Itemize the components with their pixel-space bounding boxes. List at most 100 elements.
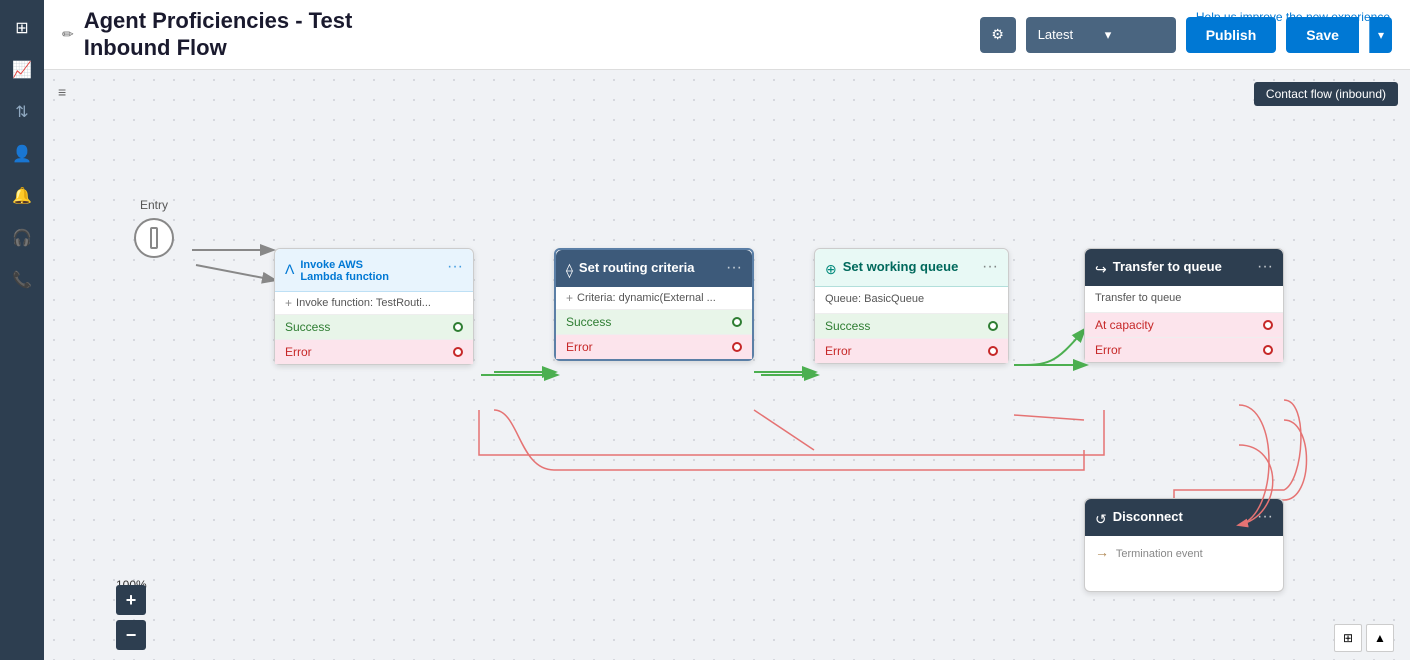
invoke-lambda-title: Invoke AWS Lambda function	[300, 259, 447, 283]
set-routing-title: Set routing criteria	[579, 260, 726, 275]
page-title: Agent Proficiencies - Test Inbound Flow	[84, 8, 353, 61]
error-route-svg	[474, 405, 1114, 485]
routing-criteria-text: Criteria: dynamic(External ...	[577, 292, 716, 304]
invoke-lambda-card[interactable]: Λ Invoke AWS Lambda function ··· + Invok…	[274, 248, 474, 365]
invoke-function-text: Invoke function: TestRouti...	[296, 297, 431, 309]
queue-success-row[interactable]: Success	[815, 313, 1008, 338]
transfer-at-capacity-row[interactable]: At capacity	[1085, 312, 1283, 337]
set-working-queue-card[interactable]: ⊕ Set working queue ··· Queue: BasicQueu…	[814, 248, 1009, 364]
queue-error-port[interactable]	[988, 346, 998, 356]
disconnect-body: → Termination event	[1085, 536, 1283, 591]
invoke-error-label: Error	[285, 345, 312, 359]
canvas-controls: ⊞ ▲	[1334, 624, 1394, 652]
transfer-body-text: Transfer to queue	[1085, 286, 1283, 312]
chevron-down-icon-save: ▾	[1378, 28, 1384, 42]
gear-icon: ⚙	[991, 26, 1004, 43]
sidebar-icon-users[interactable]: 👤	[4, 136, 40, 172]
entry-circle	[134, 218, 174, 258]
sidebar: ⊞ 📈 ⇅ 👤 🔔 🎧 📞	[0, 0, 44, 660]
routing-error-label: Error	[566, 340, 593, 354]
topbar: ✏ Agent Proficiencies - Test Inbound Flo…	[44, 0, 1410, 70]
expand-icon: ▲	[1374, 631, 1386, 645]
transfer-to-queue-menu[interactable]: ···	[1257, 259, 1273, 275]
routing-add-row: + Criteria: dynamic(External ...	[556, 287, 752, 309]
routing-success-port[interactable]	[732, 317, 742, 327]
title-line1: Agent Proficiencies - Test	[84, 8, 353, 33]
entry-label: Entry	[134, 198, 174, 212]
fit-icon: ⊞	[1343, 631, 1353, 645]
contact-flow-badge: Contact flow (inbound)	[1254, 82, 1398, 106]
routing-success-label: Success	[566, 315, 611, 329]
add-icon-lambda: +	[285, 296, 292, 310]
set-routing-card[interactable]: ⟠ Set routing criteria ··· + Criteria: d…	[554, 248, 754, 361]
version-label: Latest	[1038, 27, 1097, 42]
queue-to-transfer-arrow	[1010, 355, 1090, 375]
routing-to-queue-arrow	[756, 365, 821, 385]
routing-icon: ⟠	[566, 262, 573, 279]
app-container: ⊞ 📈 ⇅ 👤 🔔 🎧 📞 ✏ Agent Proficiencies - Te…	[0, 0, 1410, 660]
settings-button[interactable]: ⚙	[980, 17, 1016, 53]
zoom-out-button[interactable]: −	[116, 620, 146, 650]
invoke-title-line1: Invoke AWS	[300, 259, 447, 271]
disconnect-icon: ↺	[1095, 511, 1107, 528]
transfer-error-row[interactable]: Error	[1085, 337, 1283, 362]
disconnect-body-text: Termination event	[1116, 548, 1203, 560]
queue-error-row[interactable]: Error	[815, 338, 1008, 363]
invoke-error-row[interactable]: Error	[275, 339, 473, 364]
transfer-at-capacity-port[interactable]	[1263, 320, 1273, 330]
chevron-down-icon: ▾	[1105, 27, 1164, 43]
set-routing-menu[interactable]: ···	[726, 260, 742, 276]
topbar-left: ✏ Agent Proficiencies - Test Inbound Flo…	[62, 8, 352, 61]
entry-arrow-svg	[182, 235, 282, 265]
set-routing-header: ⟠ Set routing criteria ···	[556, 250, 752, 287]
invoke-success-label: Success	[285, 320, 330, 334]
entry-node: Entry	[134, 198, 174, 258]
routing-error-port[interactable]	[732, 342, 742, 352]
expand-button[interactable]: ▲	[1366, 624, 1394, 652]
invoke-lambda-header: Λ Invoke AWS Lambda function ···	[275, 249, 473, 292]
routing-success-row[interactable]: Success	[556, 309, 752, 334]
queue-icon: ⊕	[825, 261, 837, 278]
sidebar-icon-phone[interactable]: 📞	[4, 262, 40, 298]
fit-to-screen-button[interactable]: ⊞	[1334, 624, 1362, 652]
transfer-to-queue-header: ↪ Transfer to queue ···	[1085, 249, 1283, 286]
edit-icon[interactable]: ✏	[62, 26, 74, 43]
invoke-title-line2: Lambda function	[300, 271, 447, 283]
lambda-to-routing-arrow	[476, 365, 561, 385]
sidebar-icon-flow[interactable]: ⇅	[4, 94, 40, 130]
transfer-error-port[interactable]	[1263, 345, 1273, 355]
lambda-icon: Λ	[285, 261, 294, 277]
help-link[interactable]: Help us improve the new experience	[1196, 10, 1390, 24]
sidebar-icon-grid[interactable]: ⊞	[4, 10, 40, 46]
routing-error-row[interactable]: Error	[556, 334, 752, 359]
set-working-queue-title: Set working queue	[843, 259, 982, 274]
invoke-lambda-menu[interactable]: ···	[447, 259, 463, 275]
transfer-to-queue-card[interactable]: ↪ Transfer to queue ··· Transfer to queu…	[1084, 248, 1284, 363]
invoke-success-port[interactable]	[453, 322, 463, 332]
queue-success-label: Success	[825, 319, 870, 333]
invoke-success-row[interactable]: Success	[275, 314, 473, 339]
transfer-error-label: Error	[1095, 343, 1122, 357]
set-working-queue-header: ⊕ Set working queue ···	[815, 249, 1008, 287]
flow-canvas-area[interactable]: ≡ Contact flow (inbound)	[44, 70, 1410, 660]
hamburger-menu[interactable]: ≡	[58, 84, 66, 100]
zoom-in-button[interactable]: +	[116, 585, 146, 615]
invoke-error-port[interactable]	[453, 347, 463, 357]
entry-inner	[150, 227, 158, 249]
sidebar-icon-headset[interactable]: 🎧	[4, 220, 40, 256]
queue-body-text: Queue: BasicQueue	[815, 287, 1008, 313]
transfer-to-queue-title: Transfer to queue	[1113, 259, 1257, 274]
queue-error-label: Error	[825, 344, 852, 358]
add-icon-routing: +	[566, 291, 573, 305]
title-line2: Inbound Flow	[84, 35, 227, 60]
sidebar-icon-speaker[interactable]: 🔔	[4, 178, 40, 214]
transfer-to-disconnect-arrow	[1229, 395, 1329, 535]
version-dropdown[interactable]: Latest ▾	[1026, 17, 1176, 53]
transfer-at-capacity-label: At capacity	[1095, 318, 1154, 332]
set-working-queue-menu[interactable]: ···	[982, 259, 998, 275]
invoke-add-row: + Invoke function: TestRouti...	[275, 292, 473, 314]
sidebar-icon-chart[interactable]: 📈	[4, 52, 40, 88]
queue-success-port[interactable]	[988, 321, 998, 331]
transfer-icon: ↪	[1095, 261, 1107, 278]
main-area: ✏ Agent Proficiencies - Test Inbound Flo…	[44, 0, 1410, 660]
